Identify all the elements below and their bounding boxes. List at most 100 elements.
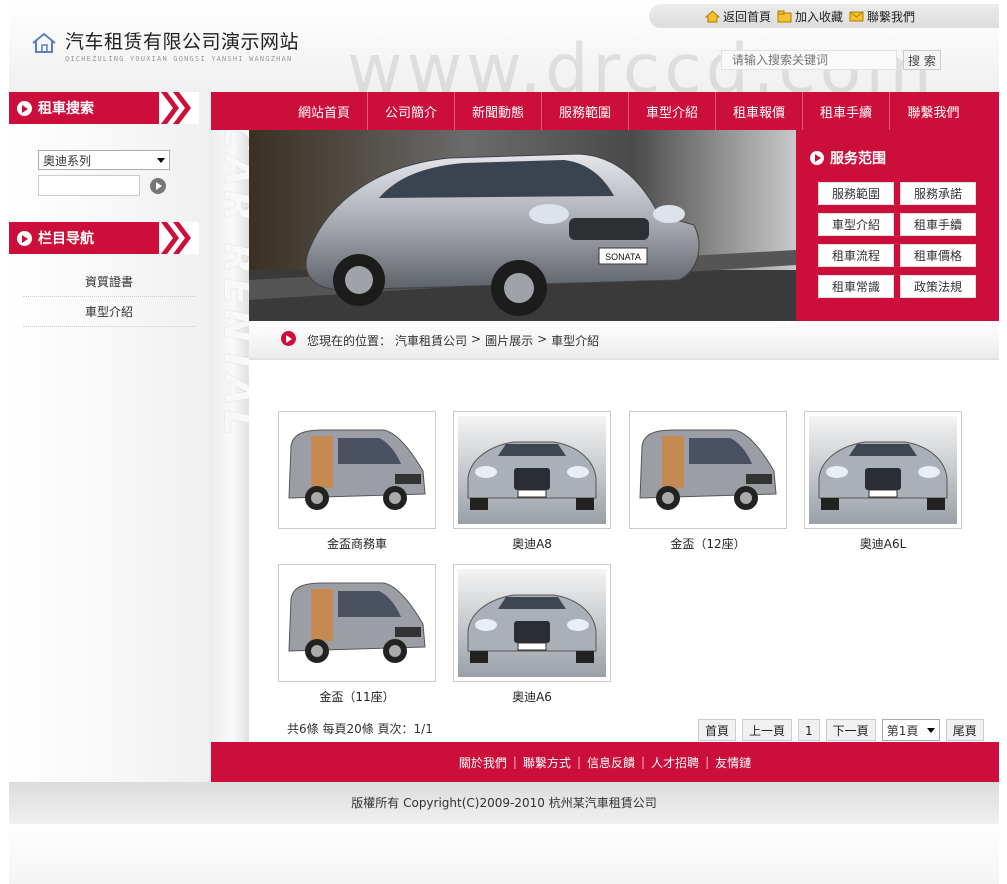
sidebar: 租車搜索 奧迪系列 栏目导航 資質證書 車型介紹 [9, 92, 209, 782]
footer-separator: | [576, 755, 581, 769]
banner-plate: SONATA [605, 252, 641, 262]
nav-procedures[interactable]: 租車手續 [803, 92, 890, 130]
mail-icon [849, 11, 864, 22]
service-link[interactable]: 租車價格 [900, 244, 976, 267]
top-links: 返回首頁 加入收藏 聯繫我們 [705, 8, 915, 25]
footer-link-about[interactable]: 關於我們 [459, 754, 507, 771]
main-nav: 網站首頁 公司簡介 新聞動態 服務範圍 車型介紹 租車報價 租車手續 聯繫我們 [211, 92, 999, 130]
gallery-caption[interactable]: 奧迪A8 [453, 535, 611, 552]
van-icon [283, 569, 431, 677]
dropdown-arrow-icon [926, 727, 935, 733]
copyright: 版權所有 Copyright(C)2009-2010 杭州某汽車租賃公司 [9, 782, 999, 824]
gallery-item[interactable]: 奧迪A8 [453, 411, 611, 552]
header: www.drccd.com 返回首頁 加入收藏 聯繫我們 汽车租赁有限公司演示网… [9, 0, 999, 109]
search-bar: 搜 索 [721, 50, 941, 70]
nav-news[interactable]: 新聞動態 [455, 92, 542, 130]
sedan-icon [458, 416, 606, 524]
car-thumbnail[interactable] [629, 411, 787, 529]
page-select[interactable]: 第1頁 [881, 719, 940, 741]
last-page-button[interactable]: 尾頁 [945, 719, 984, 741]
car-thumbnail[interactable] [453, 411, 611, 529]
services-title: 服务范围 [810, 148, 886, 168]
brand-select-value: 奧迪系列 [43, 153, 92, 168]
logo[interactable]: 汽车租赁有限公司演示网站 QICHEZULING YOUXIAN GONGSI … [31, 30, 299, 63]
nav-services[interactable]: 服務範圍 [542, 92, 629, 130]
gallery-caption[interactable]: 金盃商務車 [278, 535, 436, 552]
car-thumbnail[interactable] [453, 564, 611, 682]
home-icon [705, 10, 720, 23]
nav-car-models[interactable]: 車型介紹 [629, 92, 716, 130]
double-chevron-icon [159, 222, 199, 254]
go-button[interactable] [150, 178, 166, 194]
gallery-caption[interactable]: 金盃（12座） [629, 535, 787, 552]
dropdown-arrow-icon [157, 157, 165, 163]
gallery-item[interactable]: 金盃（11座） [278, 564, 436, 705]
gallery-caption[interactable]: 金盃（11座） [278, 688, 436, 705]
pagination: 首頁 上一頁 1 下一頁 第1頁 尾頁 [698, 719, 984, 741]
footer-link-friends[interactable]: 友情鏈 [715, 754, 751, 771]
sidebar-item-car-models[interactable]: 車型介紹 [23, 298, 195, 327]
brand-select[interactable]: 奧迪系列 [38, 150, 170, 170]
breadcrumb-item[interactable]: 圖片展示 [485, 332, 533, 349]
nav-about[interactable]: 公司簡介 [368, 92, 455, 130]
contact-link-label: 聯繫我們 [867, 10, 916, 24]
service-link[interactable]: 租車流程 [818, 244, 894, 267]
home-link[interactable]: 返回首頁 [705, 8, 771, 25]
contact-link[interactable]: 聯繫我們 [849, 8, 915, 25]
gallery-item[interactable]: 金盃（12座） [629, 411, 787, 552]
van-icon [634, 416, 782, 524]
banner: SONATA [249, 130, 796, 321]
double-chevron-icon [159, 92, 199, 124]
service-link[interactable]: 服務承諾 [900, 182, 976, 205]
footer-bottom [9, 824, 999, 884]
next-page-button[interactable]: 下一頁 [825, 719, 876, 741]
folder-icon [777, 10, 792, 23]
first-page-button[interactable]: 首頁 [698, 719, 737, 741]
gallery-caption[interactable]: 奧迪A6L [804, 535, 962, 552]
search-button[interactable]: 搜 索 [903, 50, 941, 70]
house-icon [32, 32, 56, 53]
footer-link-jobs[interactable]: 人才招聘 [651, 754, 699, 771]
car-thumbnail[interactable] [804, 411, 962, 529]
keyword-input[interactable] [38, 175, 140, 196]
banner-car-image: SONATA [249, 130, 796, 321]
site-subtitle: QICHEZULING YOUXIAN GONGSI YANSHI WANGZH… [65, 55, 293, 63]
current-page-number[interactable]: 1 [798, 719, 820, 741]
home-link-label: 返回首頁 [723, 10, 772, 24]
breadcrumb: 您現在的位置： 汽車租賃公司 > 圖片展示 > 車型介紹 [249, 322, 999, 360]
footer-separator: | [641, 755, 646, 769]
services-title-text: 服务范围 [830, 151, 886, 167]
prev-page-button[interactable]: 上一頁 [742, 719, 793, 741]
car-rental-vertical-text: CAR RENTAL [215, 122, 249, 440]
gallery-item[interactable]: 金盃商務車 [278, 411, 436, 552]
car-rental-strip: CAR RENTAL [209, 92, 249, 782]
nav-home[interactable]: 網站首頁 [281, 92, 368, 130]
car-thumbnail[interactable] [278, 411, 436, 529]
footer-link-contact[interactable]: 聯繫方式 [523, 754, 571, 771]
breadcrumb-item[interactable]: 汽車租賃公司 [395, 332, 467, 349]
service-link[interactable]: 車型介紹 [818, 213, 894, 236]
page-select-value: 第1頁 [886, 723, 919, 738]
gallery-item[interactable]: 奧迪A6 [453, 564, 611, 705]
footer-separator: | [512, 755, 517, 769]
service-link[interactable]: 租車手續 [900, 213, 976, 236]
bookmark-link[interactable]: 加入收藏 [777, 8, 843, 25]
nav-section-title-text: 栏目导航 [38, 231, 94, 247]
gallery-item[interactable]: 奧迪A6L [804, 411, 962, 552]
sedan-icon [458, 569, 606, 677]
service-link[interactable]: 租車常識 [818, 275, 894, 298]
footer-link-feedback[interactable]: 信息反饋 [587, 754, 635, 771]
footer-separator: | [705, 755, 710, 769]
arrow-circle-icon [810, 151, 824, 165]
gallery-caption[interactable]: 奧迪A6 [453, 688, 611, 705]
search-input[interactable] [721, 50, 897, 70]
breadcrumb-separator: > [471, 332, 482, 346]
service-link[interactable]: 服務範圍 [818, 182, 894, 205]
van-icon [283, 416, 431, 524]
sidebar-item-certificates[interactable]: 資質證書 [23, 268, 195, 297]
page: www.drccd.com 返回首頁 加入收藏 聯繫我們 汽车租赁有限公司演示网… [9, 0, 999, 884]
nav-quotes[interactable]: 租車報價 [716, 92, 803, 130]
service-link[interactable]: 政策法規 [900, 275, 976, 298]
car-thumbnail[interactable] [278, 564, 436, 682]
nav-contact[interactable]: 聯繫我們 [890, 92, 977, 130]
